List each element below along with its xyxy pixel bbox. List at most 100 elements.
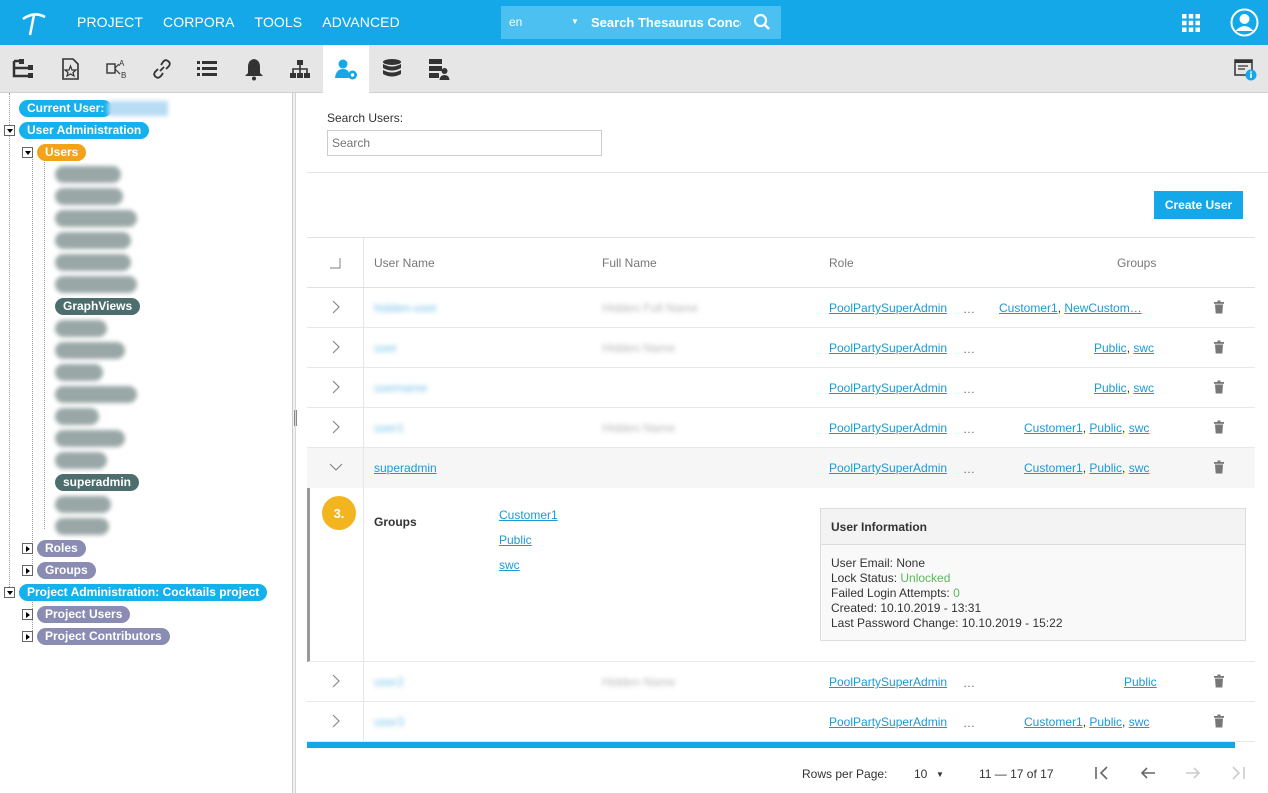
user-name-link[interactable]: superadmin (374, 461, 437, 475)
database-button[interactable] (369, 45, 415, 93)
table-row[interactable]: hidden-user Hidden Full Name PoolPartySu… (307, 288, 1255, 328)
trash-icon[interactable] (1213, 300, 1225, 314)
user-name-cell[interactable]: user (374, 341, 397, 355)
expand-toggle[interactable] (22, 543, 33, 554)
tree-user-item[interactable] (55, 188, 123, 205)
tree-user-item[interactable] (55, 408, 99, 425)
col-user-name[interactable]: User Name (374, 256, 435, 270)
tree-project-users[interactable]: Project Users (37, 606, 131, 623)
tree-user-item[interactable] (55, 342, 125, 359)
link-button[interactable] (139, 45, 185, 93)
tree-user-item[interactable] (55, 210, 137, 227)
more-roles[interactable]: … (963, 382, 975, 396)
tree-user-item[interactable] (55, 276, 137, 293)
expand-toggle[interactable] (22, 609, 33, 620)
chevron-down-icon[interactable] (329, 460, 343, 474)
previous-page-icon[interactable] (1139, 765, 1157, 781)
apps-grid-icon[interactable] (1181, 13, 1201, 33)
user-name-cell[interactable]: user1 (374, 421, 404, 435)
tree-user-item[interactable] (55, 518, 109, 535)
rows-per-page-select[interactable]: 10 (914, 767, 927, 781)
select-all-icon[interactable] (329, 257, 341, 269)
tree-users[interactable]: Users (37, 144, 87, 161)
role-link[interactable]: PoolPartySuperAdmin (829, 461, 947, 475)
user-name-cell[interactable]: user2 (374, 675, 404, 689)
menu-corpora[interactable]: CORPORA (163, 14, 235, 30)
role-link[interactable]: PoolPartySuperAdmin (829, 381, 947, 395)
list-button[interactable] (184, 45, 230, 93)
group-link[interactable]: Customer1 (1024, 461, 1083, 475)
last-page-icon[interactable] (1229, 765, 1247, 781)
first-page-icon[interactable] (1093, 765, 1111, 781)
more-roles[interactable]: … (963, 422, 975, 436)
trash-icon[interactable] (1213, 340, 1225, 354)
more-roles[interactable]: … (963, 302, 975, 316)
tree-user-graphviews[interactable]: GraphViews (55, 298, 141, 315)
search-users-input[interactable] (327, 130, 602, 156)
chevron-right-icon[interactable] (329, 674, 343, 688)
tree-user-item[interactable] (55, 386, 137, 403)
menu-project[interactable]: PROJECT (77, 14, 143, 30)
group-link[interactable]: Public (1124, 675, 1157, 689)
tree-user-item[interactable] (55, 166, 121, 183)
search-icon[interactable] (753, 13, 771, 31)
role-link[interactable]: PoolPartySuperAdmin (829, 301, 947, 315)
group-link[interactable]: Public (1089, 715, 1122, 729)
ab-mapping-button[interactable]: AB (94, 45, 140, 93)
expand-toggle[interactable] (4, 125, 15, 136)
trash-icon[interactable] (1213, 674, 1225, 688)
table-row-expanded[interactable]: superadmin PoolPartySuperAdmin … Custome… (307, 448, 1255, 488)
expand-toggle[interactable] (4, 587, 15, 598)
group-link[interactable]: Customer1 (1024, 421, 1083, 435)
user-name-cell[interactable]: hidden-user (374, 301, 437, 315)
org-chart-button[interactable] (277, 45, 323, 93)
col-full-name[interactable]: Full Name (602, 256, 657, 270)
col-role[interactable]: Role (829, 256, 854, 270)
chevron-right-icon[interactable] (329, 420, 343, 434)
create-user-button[interactable]: Create User (1154, 191, 1243, 219)
role-link[interactable]: PoolPartySuperAdmin (829, 341, 947, 355)
tree-user-item[interactable] (55, 452, 107, 469)
info-panel-button[interactable] (1222, 45, 1268, 93)
document-star-button[interactable] (47, 45, 93, 93)
chevron-right-icon[interactable] (329, 380, 343, 394)
next-page-icon[interactable] (1184, 765, 1202, 781)
user-name-cell[interactable]: user3 (374, 715, 404, 729)
more-roles[interactable]: … (963, 676, 975, 690)
splitter-grip[interactable] (294, 410, 297, 426)
chevron-right-icon[interactable] (329, 340, 343, 354)
expand-toggle[interactable] (22, 565, 33, 576)
more-roles[interactable]: … (963, 462, 975, 476)
tree-user-item[interactable] (55, 320, 107, 337)
table-row[interactable]: user Hidden Name PoolPartySuperAdmin … P… (307, 328, 1255, 368)
tree-roles[interactable]: Roles (37, 540, 86, 557)
caret-down-icon[interactable]: ▼ (936, 770, 944, 779)
tree-user-item[interactable] (55, 364, 103, 381)
detail-group-link[interactable]: Public (499, 533, 532, 547)
table-row[interactable]: username PoolPartySuperAdmin … Public, s… (307, 368, 1255, 408)
tree-project-administration[interactable]: Project Administration: Cocktails projec… (19, 584, 268, 601)
trash-icon[interactable] (1213, 420, 1225, 434)
tree-current-user[interactable]: Current User: (19, 100, 113, 117)
group-link[interactable]: swc (1133, 341, 1154, 355)
more-roles[interactable]: … (963, 342, 975, 356)
trash-icon[interactable] (1213, 380, 1225, 394)
group-link[interactable]: Public (1094, 341, 1127, 355)
role-link[interactable]: PoolPartySuperAdmin (829, 675, 947, 689)
expand-toggle[interactable] (22, 147, 33, 158)
group-link[interactable]: Public (1094, 381, 1127, 395)
server-user-button[interactable] (415, 45, 461, 93)
table-row[interactable]: user2 Hidden Name PoolPartySuperAdmin … … (307, 662, 1255, 702)
group-link[interactable]: Public (1089, 421, 1122, 435)
detail-group-link[interactable]: swc (499, 558, 520, 572)
pane-splitter[interactable] (293, 93, 296, 793)
tree-groups[interactable]: Groups (37, 562, 96, 579)
chevron-right-icon[interactable] (329, 714, 343, 728)
notifications-button[interactable] (231, 45, 277, 93)
user-avatar-icon[interactable] (1230, 8, 1259, 37)
group-link[interactable]: swc (1133, 381, 1154, 395)
tree-user-item[interactable] (55, 430, 125, 447)
hierarchy-button[interactable] (0, 45, 46, 93)
caret-down-icon[interactable]: ▼ (571, 17, 579, 26)
more-roles[interactable]: … (963, 716, 975, 730)
